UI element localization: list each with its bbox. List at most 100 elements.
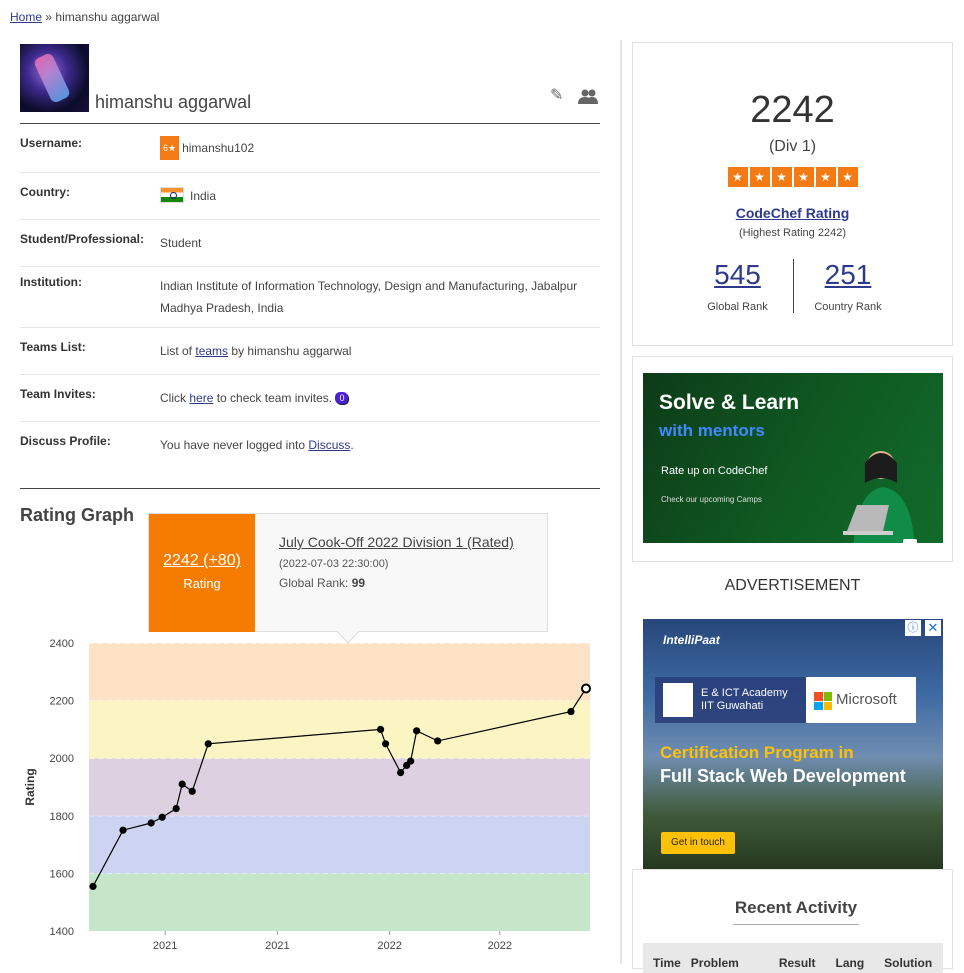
tooltip-rating[interactable]: 2242 (+80) xyxy=(149,552,255,570)
rating-band xyxy=(89,815,590,874)
institution-line1: Indian Institute of Information Technolo… xyxy=(160,279,578,293)
rating-point xyxy=(188,787,196,795)
tooltip-rank-value: 99 xyxy=(351,576,366,590)
rating-tooltip: 2242 (+80) Rating July Cook-Off 2022 Div… xyxy=(148,513,548,644)
breadcrumb: Home » himanshu aggarwal xyxy=(10,10,159,24)
ad-partner-band: Microsoft xyxy=(806,677,916,723)
invites-link[interactable]: here xyxy=(189,391,213,405)
intellipaat-ad-banner[interactable]: ⓘ ✕ IntelliPaat E & ICT Academy IIT Guwa… xyxy=(643,619,943,869)
ad-cta-button[interactable]: Get in touch xyxy=(661,832,735,854)
rating-band xyxy=(89,758,590,816)
star-icon: ★ xyxy=(837,167,858,187)
rating-band xyxy=(89,643,590,701)
column-header: Lang xyxy=(835,956,865,970)
rating-point xyxy=(172,805,180,813)
star-icon: ★ xyxy=(727,167,748,187)
tooltip-details: July Cook-Off 2022 Division 1 (Rated) (2… xyxy=(279,530,529,590)
rating-point xyxy=(204,740,212,748)
users-icon[interactable] xyxy=(578,88,598,104)
rating-point xyxy=(89,882,97,890)
profile-header: himanshu aggarwal ✎ xyxy=(20,44,600,124)
global-rank-label: Global Rank xyxy=(707,301,768,313)
mentors-ad-banner[interactable]: Solve & Learn with mentors Rate up on Co… xyxy=(643,373,943,543)
recent-activity-title: Recent Activity xyxy=(733,898,859,925)
info-icon[interactable]: ⓘ xyxy=(905,620,921,636)
global-rank-box: 545 Global Rank xyxy=(683,259,793,313)
username-text: himanshu102 xyxy=(182,141,255,155)
star-icon: ★ xyxy=(793,167,814,187)
breadcrumb-home-link[interactable]: Home xyxy=(10,10,42,24)
ad-headline: Certification Program in xyxy=(660,743,854,762)
avatar xyxy=(20,44,89,112)
star-icon: ★ xyxy=(749,167,770,187)
ad-title: Solve & Learn xyxy=(659,391,800,414)
x-tick-label: 2021 xyxy=(153,940,177,952)
tooltip-contest-link[interactable]: July Cook-Off 2022 Division 1 (Rated) xyxy=(279,530,529,554)
star-icon: ★ xyxy=(815,167,836,187)
rating-band xyxy=(89,873,590,931)
ad-course: Full Stack Web Development xyxy=(660,766,906,786)
rating-point xyxy=(407,757,415,765)
section-divider xyxy=(20,488,600,489)
column-header: Problem xyxy=(690,956,739,970)
info-row-username: Username: 6★ himanshu102 xyxy=(20,124,600,173)
x-tick-label: 2022 xyxy=(377,940,401,952)
y-tick-label: 2000 xyxy=(50,753,74,765)
breadcrumb-current: himanshu aggarwal xyxy=(55,10,160,24)
teams-link[interactable]: teams xyxy=(195,344,228,358)
y-tick-label: 1400 xyxy=(50,926,74,938)
teams-suffix: by himanshu aggarwal xyxy=(231,344,352,358)
teams-label: Teams List: xyxy=(20,340,86,354)
rating-band xyxy=(89,700,590,759)
india-flag-icon xyxy=(160,187,184,203)
discuss-value: You have never logged into Discuss. xyxy=(160,422,600,468)
close-icon[interactable]: ✕ xyxy=(925,620,941,636)
country-rank-label: Country Rank xyxy=(814,301,882,313)
invites-prefix: Click xyxy=(160,391,186,405)
rating-card: 2242 (Div 1) ★ ★ ★ ★ ★ ★ CodeChef Rating… xyxy=(632,42,953,346)
mentors-ad-card: Solve & Learn with mentors Rate up on Co… xyxy=(632,356,953,562)
discuss-link[interactable]: Discuss xyxy=(308,438,350,452)
invites-value: Click here to check team invites. 0 xyxy=(160,375,600,421)
star-icon: ★ xyxy=(771,167,792,187)
ad-partner-name: Microsoft xyxy=(836,691,897,708)
y-tick-label: 1600 xyxy=(50,868,74,880)
rating-point xyxy=(119,826,127,834)
rating-point xyxy=(397,769,405,777)
ad-subtitle: with mentors xyxy=(659,421,765,440)
microsoft-logo-icon xyxy=(814,692,832,710)
x-tick-label: 2022 xyxy=(488,940,512,952)
column-header: Time xyxy=(653,956,681,970)
tooltip-rating-label: Rating xyxy=(183,576,221,591)
discuss-suffix: . xyxy=(350,438,354,452)
invites-suffix: to check team invites. xyxy=(216,391,333,405)
ranks: 545 Global Rank 251 Country Rank xyxy=(633,259,952,313)
rating-chart[interactable]: 2400 2200 2000 1800 1600 1400 2021 2021 2022 2022… xyxy=(0,630,610,964)
username-label: Username: xyxy=(20,136,83,150)
y-axis-label: Rating xyxy=(23,768,37,805)
rating-division: (Div 1) xyxy=(768,138,817,155)
info-row-institution: Institution: Indian Institute of Informa… xyxy=(20,267,600,328)
country-rank-box: 251 Country Rank xyxy=(792,259,903,313)
info-row-discuss: Discuss Profile: You have never logged i… xyxy=(20,422,600,468)
discuss-prefix: You have never logged into xyxy=(160,438,306,452)
rating-point xyxy=(413,727,421,735)
global-rank-link[interactable]: 545 xyxy=(683,259,793,291)
country-rank-link[interactable]: 251 xyxy=(794,259,903,291)
codechef-rating-link[interactable]: CodeChef Rating xyxy=(633,205,952,221)
teams-value: List of teams by himanshu aggarwal xyxy=(160,328,600,374)
info-row-student: Student/Professional: Student xyxy=(20,220,600,267)
student-label: Student/Professional: xyxy=(20,232,145,246)
column-divider xyxy=(620,40,622,964)
pencil-icon[interactable]: ✎ xyxy=(550,88,566,104)
rating-point xyxy=(147,819,155,827)
star-rating-badge: 6★ xyxy=(160,136,180,160)
info-row-country: Country: India xyxy=(20,173,600,220)
ad-line: Rate up on CodeChef xyxy=(661,465,768,477)
highest-rating: (Highest Rating 2242) xyxy=(738,227,846,239)
y-tick-label: 1800 xyxy=(50,811,74,823)
rating-point xyxy=(567,707,575,716)
y-tick-label: 2400 xyxy=(50,638,74,650)
country-text: India xyxy=(190,189,217,203)
ad-academy-text: E & ICT Academy IIT Guwahati xyxy=(701,687,788,713)
